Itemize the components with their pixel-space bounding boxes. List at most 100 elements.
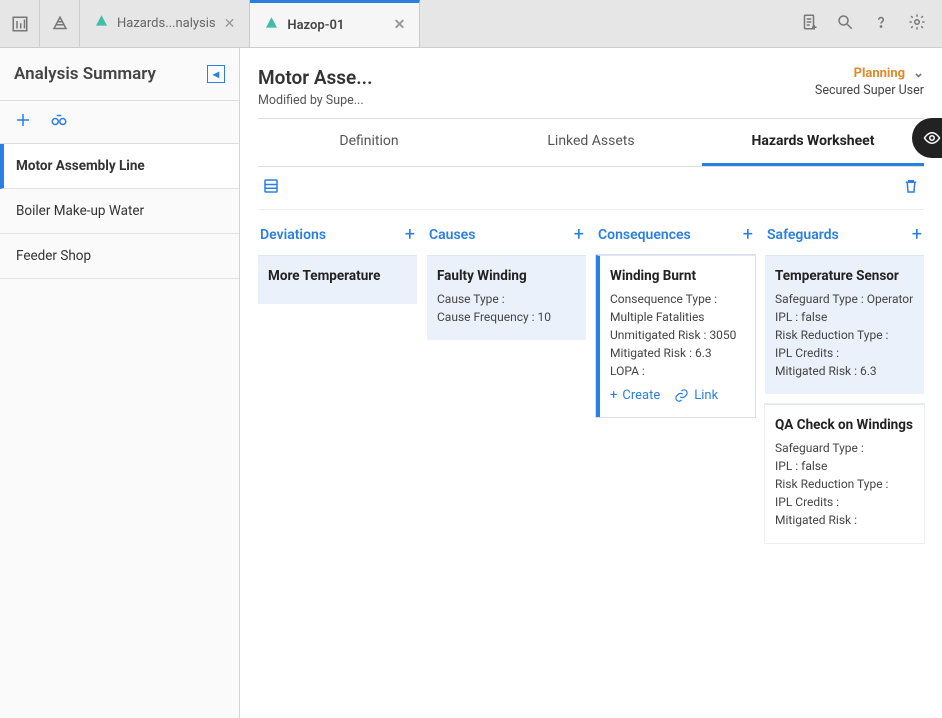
add-icon[interactable] [14, 111, 32, 133]
card-row: Risk Reduction Type : [775, 326, 914, 344]
status-block: Planning ⌄ Secured Super User [815, 66, 924, 108]
binoculars-icon[interactable] [50, 111, 68, 133]
card-row: Consequence Type : Multiple Fatalities [610, 290, 745, 326]
sidebar-item-boiler[interactable]: Boiler Make-up Water [0, 189, 239, 234]
close-icon[interactable]: ✕ [224, 16, 236, 32]
card-row: LOPA : [610, 362, 745, 380]
col-title: Consequences [598, 227, 691, 243]
card-title: More Temperature [268, 268, 407, 284]
add-safeguard-icon[interactable]: + [912, 224, 922, 245]
app-topbar: Hazards...nalysis ✕ Hazop-01 ✕ [0, 0, 942, 48]
add-cause-icon[interactable]: + [574, 224, 584, 245]
card-row: IPL Credits : [775, 493, 914, 511]
safeguard-card[interactable]: QA Check on Windings Safeguard Type : IP… [765, 404, 924, 543]
worksheet-columns: Deviations + More Temperature Causes + F… [258, 218, 924, 553]
cause-card[interactable]: Faulty Winding Cause Type : Cause Freque… [427, 255, 586, 340]
col-deviations: Deviations + More Temperature [258, 218, 417, 553]
sidebar: Analysis Summary ◂ Motor Assembly Line B… [0, 48, 240, 718]
tabbar: Hazards...nalysis ✕ Hazop-01 ✕ [80, 0, 784, 47]
search-icon[interactable] [836, 13, 854, 35]
col-title: Deviations [260, 227, 326, 243]
sidebar-item-label: Boiler Make-up Water [16, 203, 144, 219]
tab-hazop-01[interactable]: Hazop-01 ✕ [250, 0, 420, 47]
collapse-sidebar-icon[interactable]: ◂ [207, 65, 225, 83]
status-label: Planning [854, 66, 906, 81]
card-actions: + Create Link [610, 388, 745, 403]
main-layout: Analysis Summary ◂ Motor Assembly Line B… [0, 48, 942, 718]
consequence-card[interactable]: Winding Burnt Consequence Type : Multipl… [596, 255, 755, 417]
sidebar-header: Analysis Summary ◂ [0, 48, 239, 101]
status-user: Secured Super User [815, 83, 924, 98]
gear-icon[interactable] [908, 13, 926, 35]
topbar-left [0, 0, 80, 47]
col-consequences: Consequences + Winding Burnt Consequence… [596, 218, 755, 553]
link-lopa-button[interactable]: Link [674, 388, 718, 403]
worksheet-toolbar [258, 167, 924, 210]
tab-definition[interactable]: Definition [258, 119, 480, 166]
sidebar-item-motor[interactable]: Motor Assembly Line [0, 144, 239, 189]
clipboard-icon[interactable] [800, 13, 818, 35]
main-title-block: Motor Asse... Modified by Supe... [258, 66, 372, 108]
trash-icon[interactable] [902, 177, 920, 199]
plus-icon: + [610, 388, 617, 403]
tab-linked-assets[interactable]: Linked Assets [480, 119, 702, 166]
col-causes: Causes + Faulty Winding Cause Type : Cau… [427, 218, 586, 553]
status-dropdown[interactable]: Planning ⌄ [854, 66, 924, 81]
add-consequence-icon[interactable]: + [743, 224, 753, 245]
sidebar-title: Analysis Summary [14, 64, 156, 84]
link-icon [674, 388, 689, 403]
add-deviation-icon[interactable]: + [405, 224, 415, 245]
safeguard-card[interactable]: Temperature Sensor Safeguard Type : Oper… [765, 255, 924, 394]
card-row: Risk Reduction Type : [775, 475, 914, 493]
card-row: IPL : false [775, 457, 914, 475]
card-title: Faulty Winding [437, 268, 576, 284]
help-icon[interactable] [872, 13, 890, 35]
sidebar-list: Motor Assembly Line Boiler Make-up Water… [0, 144, 239, 279]
chevron-down-icon: ⌄ [913, 66, 924, 81]
app-icon[interactable] [40, 0, 80, 47]
dashboard-icon[interactable] [0, 0, 40, 47]
topbar-right [784, 0, 942, 47]
hazard-icon [94, 14, 109, 33]
card-row: Unmitigated Risk : 3050 [610, 326, 745, 344]
subtabs: Definition Linked Assets Hazards Workshe… [258, 119, 924, 167]
card-row: IPL Credits : [775, 344, 914, 362]
col-header-safeguards: Safeguards + [765, 218, 924, 255]
col-title: Safeguards [767, 227, 839, 243]
sidebar-item-label: Feeder Shop [16, 248, 91, 264]
card-row: IPL : false [775, 308, 914, 326]
create-lopa-button[interactable]: + Create [610, 388, 660, 403]
card-row: Safeguard Type : Operator [775, 290, 914, 308]
tab-hazards-analysis[interactable]: Hazards...nalysis ✕ [80, 0, 250, 47]
card-title: Winding Burnt [610, 268, 745, 284]
card-title: Temperature Sensor [775, 268, 914, 284]
link-label: Link [694, 388, 718, 403]
card-row: Mitigated Risk : 6.3 [610, 344, 745, 362]
col-header-consequences: Consequences + [596, 218, 755, 255]
card-row: Cause Type : [437, 290, 576, 308]
page-title: Motor Asse... [258, 66, 372, 89]
card-row: Safeguard Type : [775, 439, 914, 457]
card-row: Mitigated Risk : [775, 511, 914, 529]
tab-label: Hazop-01 [287, 18, 344, 33]
page-subtitle: Modified by Supe... [258, 93, 372, 108]
card-row: Mitigated Risk : 6.3 [775, 362, 914, 380]
tab-hazards-worksheet[interactable]: Hazards Worksheet [702, 119, 924, 166]
col-header-deviations: Deviations + [258, 218, 417, 255]
close-icon[interactable]: ✕ [394, 17, 406, 33]
col-safeguards: Safeguards + Temperature Sensor Safeguar… [765, 218, 924, 553]
main-panel: Motor Asse... Modified by Supe... Planni… [240, 48, 942, 718]
tab-label: Hazards...nalysis [117, 16, 216, 31]
sidebar-actions [0, 101, 239, 144]
col-title: Causes [429, 227, 475, 243]
sidebar-item-feeder[interactable]: Feeder Shop [0, 234, 239, 279]
main-header: Motor Asse... Modified by Supe... Planni… [258, 66, 924, 119]
create-label: Create [622, 388, 660, 403]
card-row: Cause Frequency : 10 [437, 308, 576, 326]
hazard-icon [264, 16, 279, 35]
col-header-causes: Causes + [427, 218, 586, 255]
sidebar-item-label: Motor Assembly Line [16, 158, 145, 174]
deviation-card[interactable]: More Temperature [258, 255, 417, 304]
card-title: QA Check on Windings [775, 417, 914, 433]
grid-icon[interactable] [262, 177, 280, 199]
